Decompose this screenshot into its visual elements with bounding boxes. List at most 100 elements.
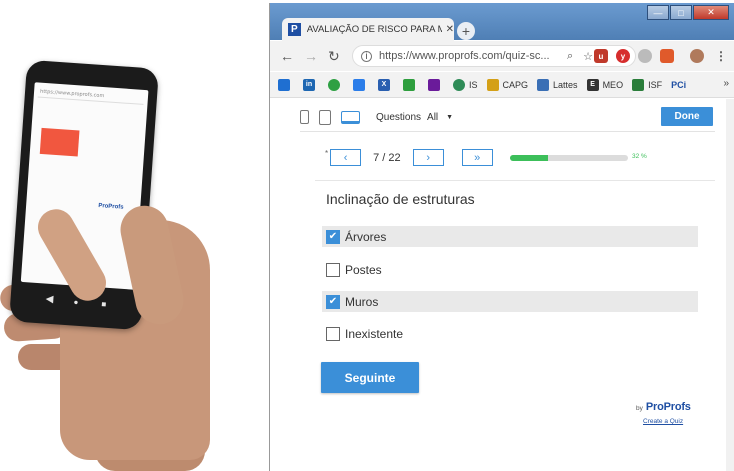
bookmark-is[interactable]: IS	[453, 78, 478, 91]
prev-question-button[interactable]: ‹	[330, 149, 362, 166]
green-icon	[328, 78, 340, 91]
bookmark-label: PCi	[671, 79, 687, 90]
avatar[interactable]	[690, 49, 704, 63]
bookmark-label: Lattes	[553, 79, 578, 90]
bookmark-purple[interactable]	[428, 78, 444, 91]
bookmark-linkedin[interactable]: in	[303, 78, 319, 91]
bookmark-label: MEO	[602, 79, 624, 90]
browser-tab[interactable]: P AVALIAÇÃO DE RISCO PARA MO ✕	[282, 18, 454, 41]
phone-preview-icon[interactable]	[300, 110, 309, 124]
bookmark-trello[interactable]	[278, 78, 294, 91]
phone-logo: ProProfs	[98, 203, 124, 211]
phone-recents-icon: ■	[101, 299, 107, 309]
questions-label: Questions	[376, 111, 422, 123]
extension-icon[interactable]: y	[616, 49, 630, 63]
question-counter: 7 / 22	[373, 151, 401, 164]
last-question-button[interactable]: »	[461, 149, 493, 166]
new-tab-button[interactable]: +	[457, 22, 475, 40]
checkbox-checked-icon[interactable]: ✔	[326, 294, 340, 309]
is-icon	[453, 78, 465, 91]
next-question-button[interactable]: ›	[412, 149, 444, 166]
bookmark-lattes[interactable]: Lattes	[537, 78, 578, 91]
forward-arrow-icon[interactable]: →	[304, 48, 318, 64]
phone-red-block	[39, 127, 80, 157]
progress-percent: 32 %	[632, 153, 647, 160]
browser-window: P AVALIAÇÃO DE RISCO PARA MO ✕ + — □ ✕ ←…	[269, 3, 734, 471]
scrollbar[interactable]	[726, 99, 734, 471]
bookmark-cloud[interactable]	[353, 78, 369, 91]
reload-icon[interactable]: ↻	[328, 48, 340, 65]
question-title: Inclinação de estruturas	[326, 191, 475, 207]
isf-icon	[632, 78, 645, 91]
done-button[interactable]: Done	[661, 107, 713, 126]
proprofs-brand: by ProProfs	[636, 401, 691, 413]
questions-select[interactable]: All	[427, 112, 438, 123]
option-inexistente[interactable]: Inexistente	[322, 323, 698, 344]
question-pager: * ‹ 7 / 22 › »	[325, 149, 493, 166]
desktop-preview-icon[interactable]	[341, 110, 360, 124]
required-marker: *	[325, 149, 329, 158]
title-bar: P AVALIAÇÃO DE RISCO PARA MO ✕ + — □ ✕	[270, 3, 734, 41]
caret-down-icon[interactable]: ▼	[446, 114, 453, 121]
option-label: Muros	[345, 294, 379, 309]
bookmark-isf[interactable]: ISF	[632, 78, 663, 91]
window-controls: — □ ✕	[646, 5, 729, 20]
extension-icon[interactable]	[638, 49, 652, 63]
brand-by: by	[636, 405, 643, 412]
preview-toolbar: Questions All ▼	[300, 104, 715, 130]
cloud-icon	[353, 78, 365, 91]
phone-back-icon: ◀	[45, 293, 54, 306]
quiz-page: Questions All ▼ Done * ‹ 7 / 22 › » 32 %…	[270, 99, 734, 471]
tab-title: AVALIAÇÃO DE RISCO PARA MO	[306, 24, 442, 35]
bookmark-x[interactable]: X	[378, 78, 394, 91]
minimize-button[interactable]: —	[647, 5, 669, 20]
meo-icon: E	[586, 78, 599, 91]
bookmark-label: IS	[469, 79, 478, 90]
extension-icon[interactable]	[660, 49, 674, 63]
x-icon: X	[378, 78, 390, 91]
bookmark-capg[interactable]: CAPG	[486, 78, 528, 91]
bookmark-pci[interactable]: PCi	[671, 80, 686, 90]
divider	[315, 180, 715, 181]
maximize-button[interactable]: □	[670, 5, 692, 20]
lattes-icon	[537, 78, 550, 91]
hand-with-phone-photo: https://www.proprofs.com ProProfs ◀ ● ■	[0, 0, 260, 471]
divider	[300, 131, 715, 132]
more-bookmarks-icon[interactable]: »	[723, 78, 729, 89]
checkbox-icon[interactable]	[326, 262, 340, 277]
option-label: Inexistente	[345, 326, 404, 341]
proprofs-logo[interactable]: ProProfs	[646, 401, 691, 413]
bookmark-green[interactable]	[328, 78, 344, 91]
option-arvores[interactable]: ✔ Árvores	[322, 226, 698, 247]
bookmark-flag[interactable]	[403, 78, 419, 91]
bookmark-meo[interactable]: E MEO	[586, 78, 624, 91]
checkbox-checked-icon[interactable]: ✔	[326, 229, 340, 244]
close-window-button[interactable]: ✕	[693, 5, 729, 20]
zoom-icon[interactable]: ⌕	[567, 50, 573, 63]
progress-bar	[510, 155, 628, 161]
tab-close-icon[interactable]: ✕	[446, 24, 454, 35]
stage: https://www.proprofs.com ProProfs ◀ ● ■ …	[0, 0, 734, 471]
progress-fill	[510, 155, 548, 161]
bookmark-label: ISF	[648, 79, 663, 90]
bookmarks-bar: in X IS CAPG Lattes E MEO ISF PCi »	[270, 72, 734, 98]
option-postes[interactable]: Postes	[322, 259, 698, 280]
capg-icon	[486, 78, 499, 91]
bookmark-star-icon[interactable]: ☆	[583, 50, 593, 63]
option-label: Postes	[345, 262, 382, 277]
phone-home-icon: ●	[73, 297, 79, 307]
extension-icon[interactable]: u	[594, 49, 608, 63]
option-muros[interactable]: ✔ Muros	[322, 291, 698, 312]
create-quiz-link[interactable]: Create a Quiz	[643, 418, 683, 425]
tablet-preview-icon[interactable]	[319, 109, 331, 125]
option-label: Árvores	[345, 229, 387, 244]
back-arrow-icon[interactable]: ←	[280, 48, 294, 64]
menu-kebab-icon[interactable]: ⋮	[714, 49, 728, 63]
browser-toolbar: ← → ↻ i https://www.proprofs.com/quiz-sc…	[270, 41, 734, 71]
info-icon[interactable]: i	[361, 50, 372, 62]
next-button[interactable]: Seguinte	[321, 362, 419, 393]
checkbox-icon[interactable]	[326, 326, 340, 341]
linkedin-icon: in	[303, 78, 315, 91]
purple-icon	[428, 78, 440, 91]
trello-icon	[278, 78, 290, 91]
